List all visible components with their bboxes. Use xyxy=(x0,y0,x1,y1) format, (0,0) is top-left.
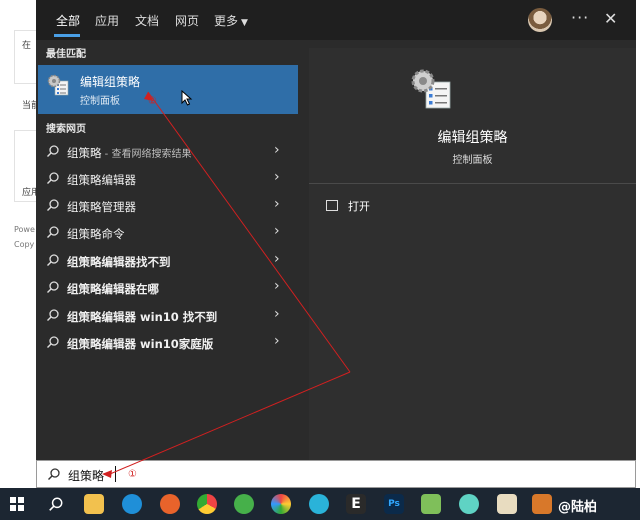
web-search-query: 组策略 xyxy=(67,146,102,160)
web-search-query: 组策略编辑器在哪 xyxy=(67,282,159,296)
web-search-item[interactable]: 组策略命令 › xyxy=(36,220,300,247)
active-tab-indicator xyxy=(54,34,80,37)
web-search-item-label: 组策略管理器 xyxy=(67,199,136,215)
search-tabs-bar: 全部 应用 文档 网页 更多 ▼ ··· ✕ xyxy=(36,0,636,40)
step-one-marker: ① xyxy=(128,469,137,480)
chevron-right-icon: › xyxy=(274,278,280,294)
tab-more[interactable]: 更多 ▼ xyxy=(214,12,248,29)
chevron-right-icon: › xyxy=(274,169,280,185)
chevron-right-icon: › xyxy=(274,251,280,267)
windows-start-icon[interactable] xyxy=(10,497,24,511)
web-search-item[interactable]: 组策略编辑器 win10家庭版 › xyxy=(36,330,300,357)
web-search-item[interactable]: 组策略编辑器 › xyxy=(36,166,300,193)
chevron-right-icon: › xyxy=(274,142,280,158)
web-search-item[interactable]: 组策略编辑器 win10 找不到 › xyxy=(36,303,300,330)
close-button[interactable]: ✕ xyxy=(604,9,617,28)
edge-browser-icon[interactable] xyxy=(122,494,142,514)
file-explorer-icon[interactable] xyxy=(84,494,104,514)
web-search-query: 组策略编辑器 xyxy=(67,173,136,187)
step-two-marker: ② xyxy=(148,96,157,107)
group-policy-large-icon xyxy=(411,69,451,109)
detail-divider xyxy=(309,183,636,184)
teal-app-icon[interactable] xyxy=(459,494,479,514)
search-icon[interactable] xyxy=(48,496,64,512)
best-match-subtitle: 控制面板 xyxy=(80,96,120,107)
web-search-query: 组策略编辑器找不到 xyxy=(67,255,171,269)
detail-title: 编辑组策略 xyxy=(437,130,508,146)
tab-documents[interactable]: 文档 xyxy=(135,12,159,29)
best-match-result[interactable] xyxy=(38,65,298,114)
web-search-query: 组策略命令 xyxy=(67,227,125,241)
detail-subtitle: 控制面板 xyxy=(452,155,493,166)
green-app-icon[interactable] xyxy=(234,494,254,514)
watermark: @陆柏 xyxy=(558,500,598,515)
open-action-label: 打开 xyxy=(348,200,370,213)
chevron-right-icon: › xyxy=(274,196,280,212)
chrome-icon[interactable] xyxy=(197,494,217,514)
web-search-item-label: 组策略命令 xyxy=(67,226,125,242)
web-search-query: 组策略编辑器 win10家庭版 xyxy=(67,337,214,351)
more-options-button[interactable]: ··· xyxy=(571,8,589,27)
tab-all[interactable]: 全部 xyxy=(56,12,80,29)
search-icon xyxy=(47,336,59,348)
web-search-item-label: 组策略编辑器 xyxy=(67,172,136,188)
color-app-icon[interactable] xyxy=(271,494,291,514)
web-search-item-label: 组策略编辑器在哪 xyxy=(67,281,159,297)
group-policy-icon xyxy=(47,74,69,96)
search-panel: 全部 应用 文档 网页 更多 ▼ ··· ✕ 最佳匹配 编辑组策略 控制面板 搜索… xyxy=(36,0,636,460)
web-search-heading: 搜索网页 xyxy=(46,124,86,135)
taskbar: E Ps xyxy=(0,488,640,520)
orange-app-icon[interactable] xyxy=(532,494,552,514)
web-search-item[interactable]: 组策略管理器 › xyxy=(36,193,300,220)
e-app-icon[interactable]: E xyxy=(346,494,366,514)
web-search-item[interactable]: 组策略编辑器在哪 › xyxy=(36,275,300,302)
search-icon xyxy=(48,468,60,480)
web-search-item-label: 组策略编辑器 win10 找不到 xyxy=(67,309,217,325)
web-search-suffix: - 查看网络搜索结果 xyxy=(101,149,192,160)
photoshop-icon[interactable]: Ps xyxy=(384,494,404,514)
background-snippet: Copy xyxy=(14,240,35,249)
tab-more-label: 更多 xyxy=(214,14,239,28)
web-search-query: 组策略编辑器 win10 找不到 xyxy=(67,310,218,324)
web-search-item-label: 组策略编辑器找不到 xyxy=(67,254,171,270)
search-icon xyxy=(47,172,59,184)
firefox-icon[interactable] xyxy=(160,494,180,514)
web-search-item-label: 组策略 - 查看网络搜索结果 xyxy=(67,145,191,161)
chevron-right-icon: › xyxy=(274,306,280,322)
background-snippet: Powe xyxy=(14,225,35,234)
web-search-item-label: 组策略编辑器 win10家庭版 xyxy=(67,336,213,352)
spreadsheet-icon[interactable] xyxy=(421,494,441,514)
open-action[interactable]: 打开 xyxy=(326,198,370,214)
text-cursor xyxy=(115,466,116,482)
web-search-query: 组策略管理器 xyxy=(67,200,136,214)
tab-web[interactable]: 网页 xyxy=(175,12,199,29)
search-icon xyxy=(47,199,59,211)
search-icon xyxy=(47,145,59,157)
best-match-heading: 最佳匹配 xyxy=(46,49,86,60)
edge-dev-icon[interactable] xyxy=(309,494,329,514)
chevron-down-icon: ▼ xyxy=(241,18,248,28)
search-icon xyxy=(47,226,59,238)
web-search-item[interactable]: 组策略编辑器找不到 › xyxy=(36,248,300,275)
open-icon xyxy=(326,200,338,211)
chevron-right-icon: › xyxy=(274,333,280,349)
chevron-right-icon: › xyxy=(274,223,280,239)
search-icon xyxy=(47,309,59,321)
tab-apps[interactable]: 应用 xyxy=(95,12,119,29)
detail-pane xyxy=(309,48,636,460)
search-icon xyxy=(47,254,59,266)
search-input[interactable]: 组策略 xyxy=(68,467,104,484)
best-match-title: 编辑组策略 xyxy=(80,75,141,89)
search-icon xyxy=(47,281,59,293)
search-box[interactable]: 组策略 xyxy=(36,460,636,488)
web-search-item[interactable]: 组策略 - 查看网络搜索结果 › xyxy=(36,139,300,166)
user-avatar[interactable] xyxy=(528,8,552,32)
notes-icon[interactable] xyxy=(497,494,517,514)
mouse-pointer-icon xyxy=(181,90,193,106)
background-snippet: 在 xyxy=(22,41,32,51)
